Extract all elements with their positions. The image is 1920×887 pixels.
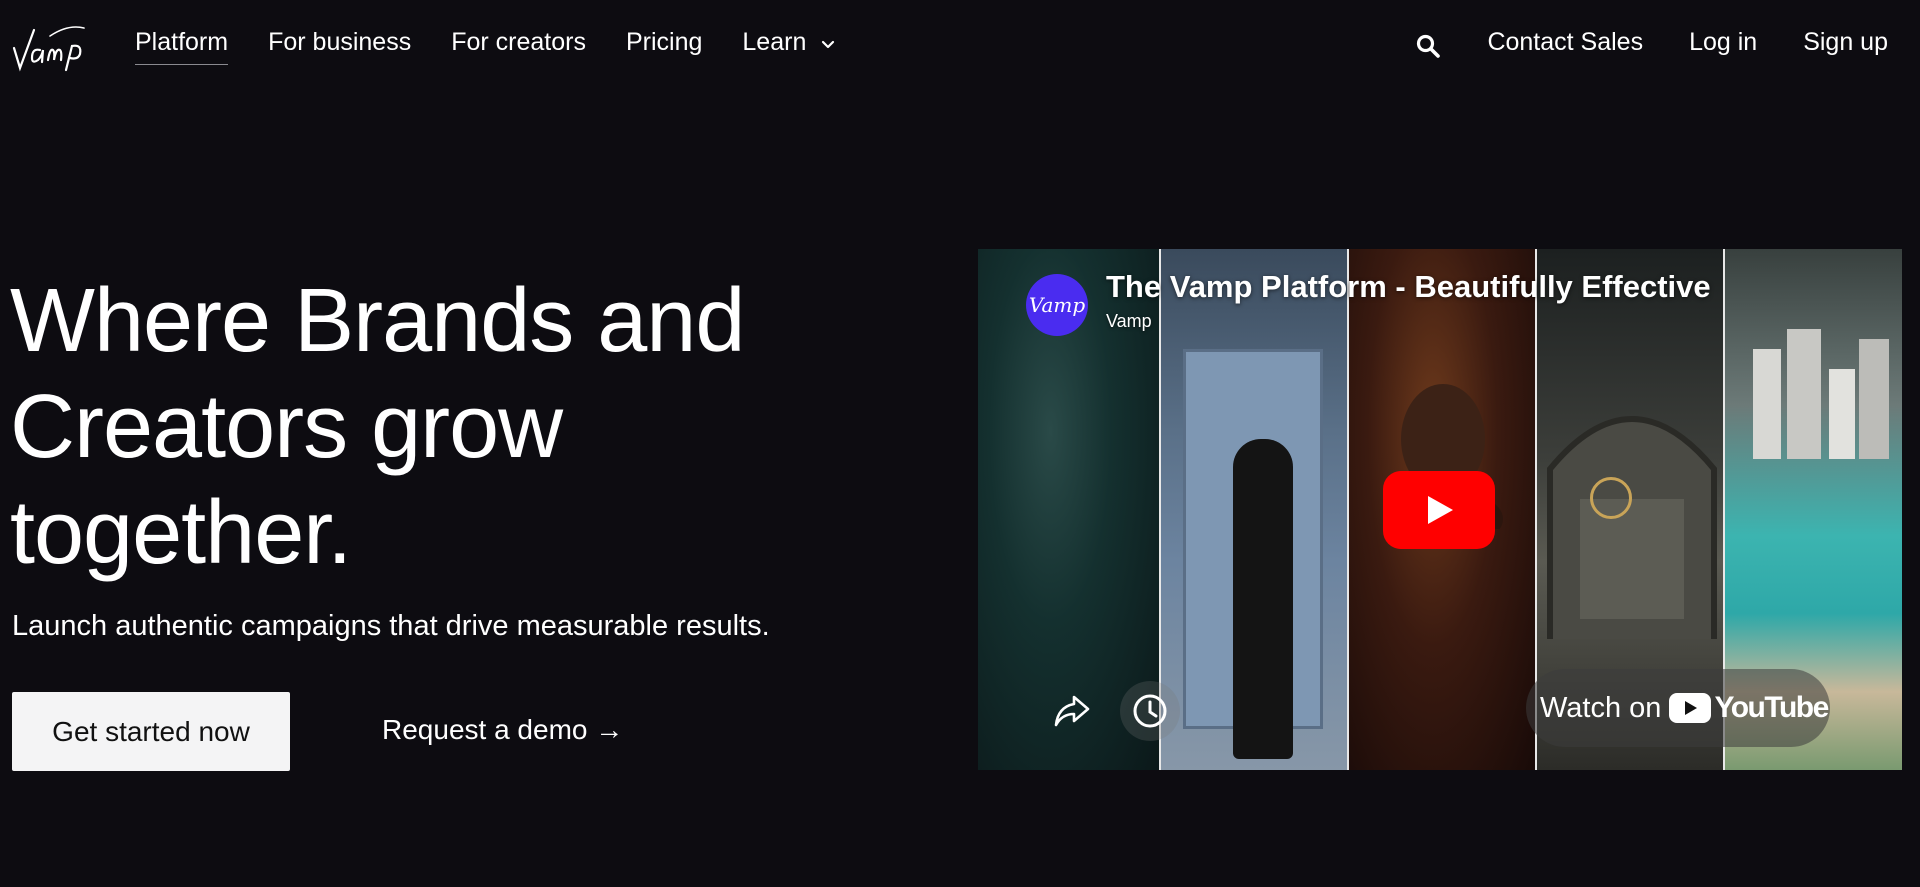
channel-avatar[interactable]: Vamp: [1026, 274, 1088, 336]
nav-for-business[interactable]: For business: [268, 28, 411, 63]
thumbnail-arch: [1547, 416, 1717, 639]
youtube-wordmark: YouTube: [1714, 691, 1829, 724]
share-icon[interactable]: [1050, 689, 1094, 733]
nav-learn[interactable]: Learn: [742, 28, 836, 63]
log-in-link[interactable]: Log in: [1689, 28, 1757, 63]
hero-title-line-3: together.: [10, 483, 352, 583]
vamp-logo[interactable]: [10, 18, 86, 72]
watch-on-label: Watch on: [1540, 691, 1662, 724]
nav-pricing[interactable]: Pricing: [626, 28, 702, 63]
nav-actions: Contact Sales Log in Sign up: [1415, 28, 1888, 63]
play-icon: [1428, 496, 1453, 524]
youtube-logo: YouTube: [1669, 691, 1829, 725]
watch-later-button[interactable]: [1120, 681, 1180, 741]
nav-learn-label: Learn: [742, 28, 807, 56]
play-button[interactable]: [1383, 471, 1495, 549]
primary-nav: Platform For business For creators Prici…: [135, 28, 876, 65]
search-icon[interactable]: [1415, 33, 1441, 59]
thumbnail-buildings: [1753, 329, 1889, 459]
chevron-down-icon: [822, 40, 835, 48]
hero-subtitle: Launch authentic campaigns that drive me…: [12, 610, 770, 642]
vw-logo-icon: [1590, 477, 1632, 519]
thumbnail-person: [1233, 439, 1293, 759]
hero-title: Where Brands and Creators grow together.: [10, 268, 910, 586]
panel-divider: [1347, 249, 1349, 770]
youtube-video-embed[interactable]: Vamp The Vamp Platform - Beautifully Eff…: [978, 249, 1902, 770]
sign-up-link[interactable]: Sign up: [1803, 28, 1888, 63]
hero-title-line-1: Where Brands and: [10, 271, 745, 371]
video-channel-name[interactable]: Vamp: [1106, 311, 1152, 332]
nav-for-creators[interactable]: For creators: [451, 28, 586, 63]
clock-icon: [1133, 694, 1167, 728]
video-title[interactable]: The Vamp Platform - Beautifully Effectiv…: [1106, 269, 1711, 305]
watch-on-youtube-button[interactable]: Watch on YouTube: [1526, 669, 1830, 747]
contact-sales-link[interactable]: Contact Sales: [1487, 28, 1643, 63]
nav-platform[interactable]: Platform: [135, 28, 229, 65]
hero-title-line-2: Creators grow: [10, 377, 563, 477]
get-started-button[interactable]: Get started now: [12, 692, 290, 771]
top-nav: Platform For business For creators Prici…: [0, 0, 1920, 92]
request-demo-link[interactable]: Request a demo →: [382, 714, 623, 746]
youtube-play-icon: [1669, 693, 1712, 723]
